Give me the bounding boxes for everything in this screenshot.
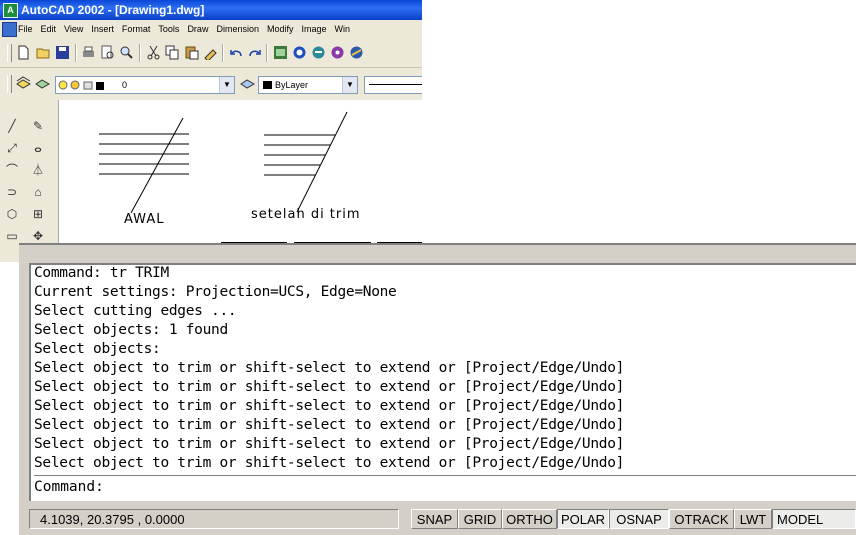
color-swatch (263, 81, 272, 89)
status-bar: 4.1039, 20.3795 , 0.0000 SNAP GRID ORTHO… (19, 505, 856, 535)
menu-modify[interactable]: Modify (267, 24, 294, 34)
undo-icon[interactable] (229, 45, 244, 60)
drawing-canvas[interactable]: AWAL setelah di trim (59, 100, 422, 262)
menu-window[interactable]: Win (335, 24, 351, 34)
label-awal: AWAL (124, 212, 165, 227)
print-preview-icon[interactable] (100, 45, 115, 60)
menu-draw[interactable]: Draw (187, 24, 208, 34)
move-icon[interactable]: ✥ (30, 228, 46, 244)
paste-icon[interactable] (184, 45, 199, 60)
lwt-toggle[interactable]: LWT (734, 509, 772, 529)
chevron-down-icon[interactable]: ▼ (219, 77, 234, 93)
history-line: Select objects: (34, 341, 161, 357)
construction-line-icon[interactable]: ⤢ (4, 140, 20, 156)
linetype-preview (369, 84, 422, 85)
layer-previous-icon[interactable] (240, 76, 255, 91)
menu-insert[interactable]: Insert (91, 24, 114, 34)
polyline-icon[interactable]: ⌒ (4, 162, 20, 178)
rectangle-icon[interactable]: ▭ (4, 228, 20, 244)
command-window-border (19, 243, 856, 251)
document-icon[interactable] (2, 22, 17, 37)
command-history[interactable]: Command: tr TRIM Current settings: Proje… (29, 263, 856, 501)
autocad-app-icon: A (3, 3, 18, 18)
menu-bar: File Edit View Insert Format Tools Draw Dimensi… (0, 20, 422, 40)
offset-icon[interactable]: ⌂ (30, 184, 46, 200)
copy-icon[interactable] (165, 45, 180, 60)
color-value: ByLayer (275, 80, 309, 90)
open-folder-icon[interactable] (36, 45, 51, 60)
layer-name: 0 (122, 80, 128, 90)
menu-view[interactable]: View (64, 24, 83, 34)
history-line: Current settings: Projection=UCS, Edge=N… (34, 284, 397, 300)
draw-modify-toolbars: ╱ ✎ ⤢ ⴰ ⌒ ⏃ ⊃ ⌂ ⬡ ⊞ ▭ ✥ (0, 100, 59, 262)
history-line: Select object to trim or shift-select to… (34, 436, 625, 452)
polar-toggle[interactable]: POLAR (557, 509, 609, 529)
history-line: Select cutting edges ... (34, 303, 237, 319)
command-window: Command: tr TRIM Current settings: Proje… (19, 243, 856, 535)
array-icon[interactable]: ⊞ (30, 206, 46, 222)
menu-tools[interactable]: Tools (158, 24, 179, 34)
title-bar: A AutoCAD 2002 - [Drawing1.dwg] (0, 0, 422, 20)
window-title: AutoCAD 2002 - [Drawing1.dwg] (21, 3, 205, 17)
menu-file[interactable]: File (18, 24, 33, 34)
command-prompt: Command: (34, 479, 104, 495)
history-line: Select objects: 1 found (34, 322, 228, 338)
command-input[interactable]: Command: (34, 475, 856, 495)
new-file-icon[interactable] (16, 45, 31, 60)
internet-icon[interactable] (292, 45, 307, 60)
linetype-select[interactable] (364, 76, 422, 94)
cutting-edge-line (130, 117, 184, 214)
chevron-down-icon[interactable]: ▼ (342, 77, 357, 93)
print-icon[interactable] (81, 45, 96, 60)
grid-toggle[interactable]: GRID (458, 509, 502, 529)
history-line: Select object to trim or shift-select to… (34, 455, 625, 471)
toolbar-grip[interactable] (7, 44, 12, 62)
copy-object-icon[interactable]: ⴰ (30, 140, 46, 156)
toolbar-grip[interactable] (7, 75, 12, 93)
match-properties-icon[interactable] (203, 45, 218, 60)
layer-state-icons (58, 80, 104, 90)
arc-icon[interactable]: ⊃ (4, 184, 20, 200)
history-line: Select object to trim or shift-select to… (34, 360, 625, 376)
history-line: Select object to trim or shift-select to… (34, 398, 625, 414)
label-setelah-di-trim: setelah di trim (251, 207, 361, 222)
osnap-toggle[interactable]: OSNAP (609, 509, 669, 529)
polygon-icon[interactable]: ⬡ (4, 206, 20, 222)
make-object-layer-current-icon[interactable] (35, 76, 50, 91)
menu-edit[interactable]: Edit (41, 24, 57, 34)
layers-toolbar: 0 ▼ ByLayer ▼ (0, 68, 422, 101)
model-toggle[interactable]: MODEL (772, 509, 856, 529)
design-center-icon[interactable] (311, 45, 326, 60)
layer-manager-icon[interactable] (16, 76, 31, 91)
history-line: Command: tr TRIM (34, 265, 169, 281)
autocad-window: A AutoCAD 2002 - [Drawing1.dwg] File Edit… (0, 0, 422, 262)
menu-format[interactable]: Format (122, 24, 151, 34)
history-line: Select object to trim or shift-select to… (34, 379, 625, 395)
line-tool-icon[interactable]: ╱ (4, 118, 20, 134)
history-line: Select object to trim or shift-select to… (34, 417, 625, 433)
menu-dimension[interactable]: Dimension (216, 24, 259, 34)
plot-icon[interactable] (119, 45, 134, 60)
today-icon[interactable] (273, 45, 288, 60)
layer-select[interactable]: 0 ▼ (55, 76, 235, 94)
drawing-geometry (99, 111, 422, 244)
ortho-toggle[interactable]: ORTHO (502, 509, 557, 529)
erase-tool-icon[interactable]: ✎ (30, 118, 46, 134)
redo-icon[interactable] (247, 45, 262, 60)
coordinate-display[interactable]: 4.1039, 20.3795 , 0.0000 (29, 509, 399, 529)
otrack-toggle[interactable]: OTRACK (669, 509, 734, 529)
cutting-edge-line-trimmed (296, 111, 348, 213)
mirror-icon[interactable]: ⏃ (30, 162, 46, 178)
standard-toolbar (0, 39, 422, 68)
tool-palette-icon[interactable] (349, 45, 364, 60)
cut-icon[interactable] (146, 45, 161, 60)
snap-toggle[interactable]: SNAP (411, 509, 458, 529)
properties-icon[interactable] (330, 45, 345, 60)
color-select[interactable]: ByLayer ▼ (258, 76, 358, 94)
menu-image[interactable]: Image (302, 24, 327, 34)
save-icon[interactable] (55, 45, 70, 60)
